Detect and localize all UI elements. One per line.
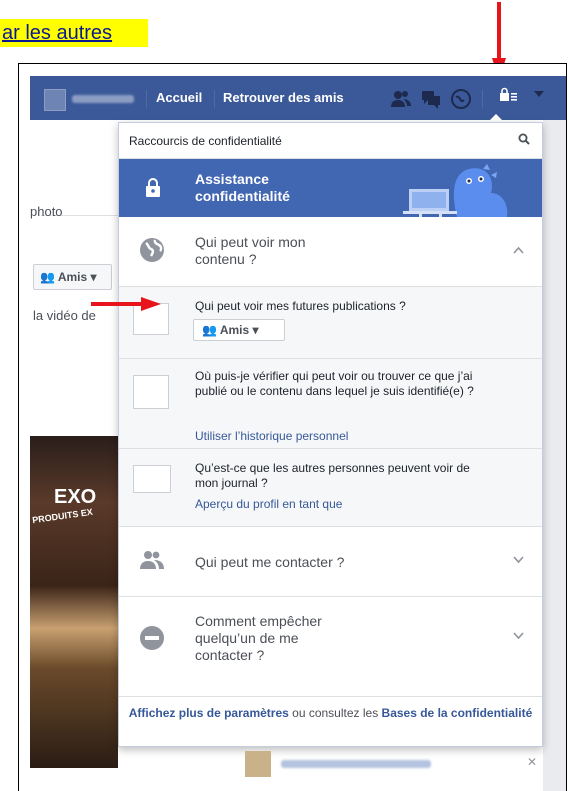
background-amis-button[interactable]: 👥 Amis ▾ [33, 264, 112, 290]
future-posts-question: Qui peut voir mes futures publications ? [195, 299, 406, 313]
privacy-checkup-title: Assistance confidentialité [195, 171, 290, 204]
chevron-up-icon[interactable] [513, 245, 524, 257]
privacy-shortcuts-lock-icon[interactable] [496, 86, 522, 110]
panel-footer: Affichez plus de paramètres ou consultez… [119, 696, 542, 746]
friends-icon [139, 549, 165, 575]
suggestion-thumbnail[interactable] [245, 751, 271, 777]
footer-connector-text: ou consultez les [288, 706, 382, 720]
privacy-shortcuts-panel: Raccourcis de confidentialité Assistance… [118, 122, 543, 747]
red-arrow-right [91, 297, 161, 311]
home-link[interactable]: Accueil [156, 90, 202, 105]
background-video-text: la vidéo de [33, 308, 96, 323]
audience-selector[interactable]: 👥 Amis ▾ [193, 319, 285, 341]
background-friend-suggestion: ✕ [245, 751, 545, 777]
who-can-see-my-content-row[interactable]: Qui peut voir mon contenu ? [119, 217, 542, 287]
close-icon[interactable]: ✕ [527, 755, 537, 769]
who-can-contact-me-title: Qui peut me contacter ? [195, 554, 345, 570]
background-amis-label: Amis [57, 270, 88, 284]
photo-sign-exo: EXO [54, 486, 97, 508]
privacy-checkup-banner[interactable]: Assistance confidentialité [119, 159, 542, 217]
friends-icon[interactable] [390, 88, 412, 110]
find-friends-link[interactable]: Retrouver des amis [223, 90, 344, 105]
chevron-down-icon: ▾ [252, 323, 259, 337]
friends-icon: 👥 [202, 323, 217, 337]
more-settings-link[interactable]: Affichez plus de paramètres [129, 706, 289, 720]
view-as-setting: Qu’est-ce que les autres personnes peuve… [119, 449, 542, 527]
who-can-see-my-content-title: Qui peut voir mon contenu ? [195, 234, 306, 267]
panel-header: Raccourcis de confidentialité [119, 123, 542, 159]
background-right-column [543, 120, 566, 791]
search-icon[interactable] [518, 123, 530, 159]
document-heading: ar les autres [0, 19, 148, 47]
block-someone-row[interactable]: Comment empêcher quelqu’un de me contact… [119, 597, 542, 679]
messages-icon[interactable] [420, 88, 442, 110]
photo-sign-produits: PRODUITS EX [31, 506, 94, 526]
activity-log-illustration [133, 375, 169, 409]
who-can-contact-me-row[interactable]: Qui peut me contacter ? [119, 527, 542, 597]
facebook-topbar: Accueil Retrouver des amis [30, 76, 566, 120]
profile-avatar[interactable] [44, 89, 66, 111]
audience-selector-label: Amis [219, 323, 250, 337]
view-as-question: Qu’est-ce que les autres personnes peuve… [195, 461, 470, 490]
block-icon [139, 625, 165, 651]
background-photo: EXO PRODUITS EX [30, 436, 118, 768]
lock-icon [146, 178, 160, 197]
view-as-illustration [133, 465, 171, 493]
privacy-dinosaur-illustration [403, 164, 508, 217]
view-as-link[interactable]: Aperçu du profil en tant que [195, 497, 342, 511]
future-posts-setting: Qui peut voir mes futures publications ?… [119, 287, 542, 359]
notifications-icon[interactable] [450, 88, 472, 110]
privacy-basics-link[interactable]: Bases de la confidentialité [382, 706, 533, 720]
globe-icon [139, 237, 165, 263]
panel-title: Raccourcis de confidentialité [129, 134, 282, 148]
account-menu-caret-icon[interactable] [534, 91, 544, 97]
panel-notch [488, 114, 504, 122]
activity-log-question: Où puis-je vérifier qui peut voir ou tro… [195, 369, 474, 398]
block-someone-title: Comment empêcher quelqu’un de me contact… [195, 613, 322, 663]
chevron-down-icon[interactable] [513, 555, 524, 567]
background-photo-label: photo [30, 204, 63, 219]
screenshot-frame: photo 👥 Amis ▾ la vidéo de EXO PRODUITS … [18, 63, 567, 791]
chevron-down-icon[interactable] [513, 631, 524, 643]
activity-log-link[interactable]: Utiliser l’historique personnel [195, 429, 348, 443]
profile-name-blurred[interactable] [72, 95, 134, 103]
suggestion-name-blurred[interactable] [281, 760, 431, 768]
activity-log-setting: Où puis-je vérifier qui peut voir ou tro… [119, 359, 542, 449]
